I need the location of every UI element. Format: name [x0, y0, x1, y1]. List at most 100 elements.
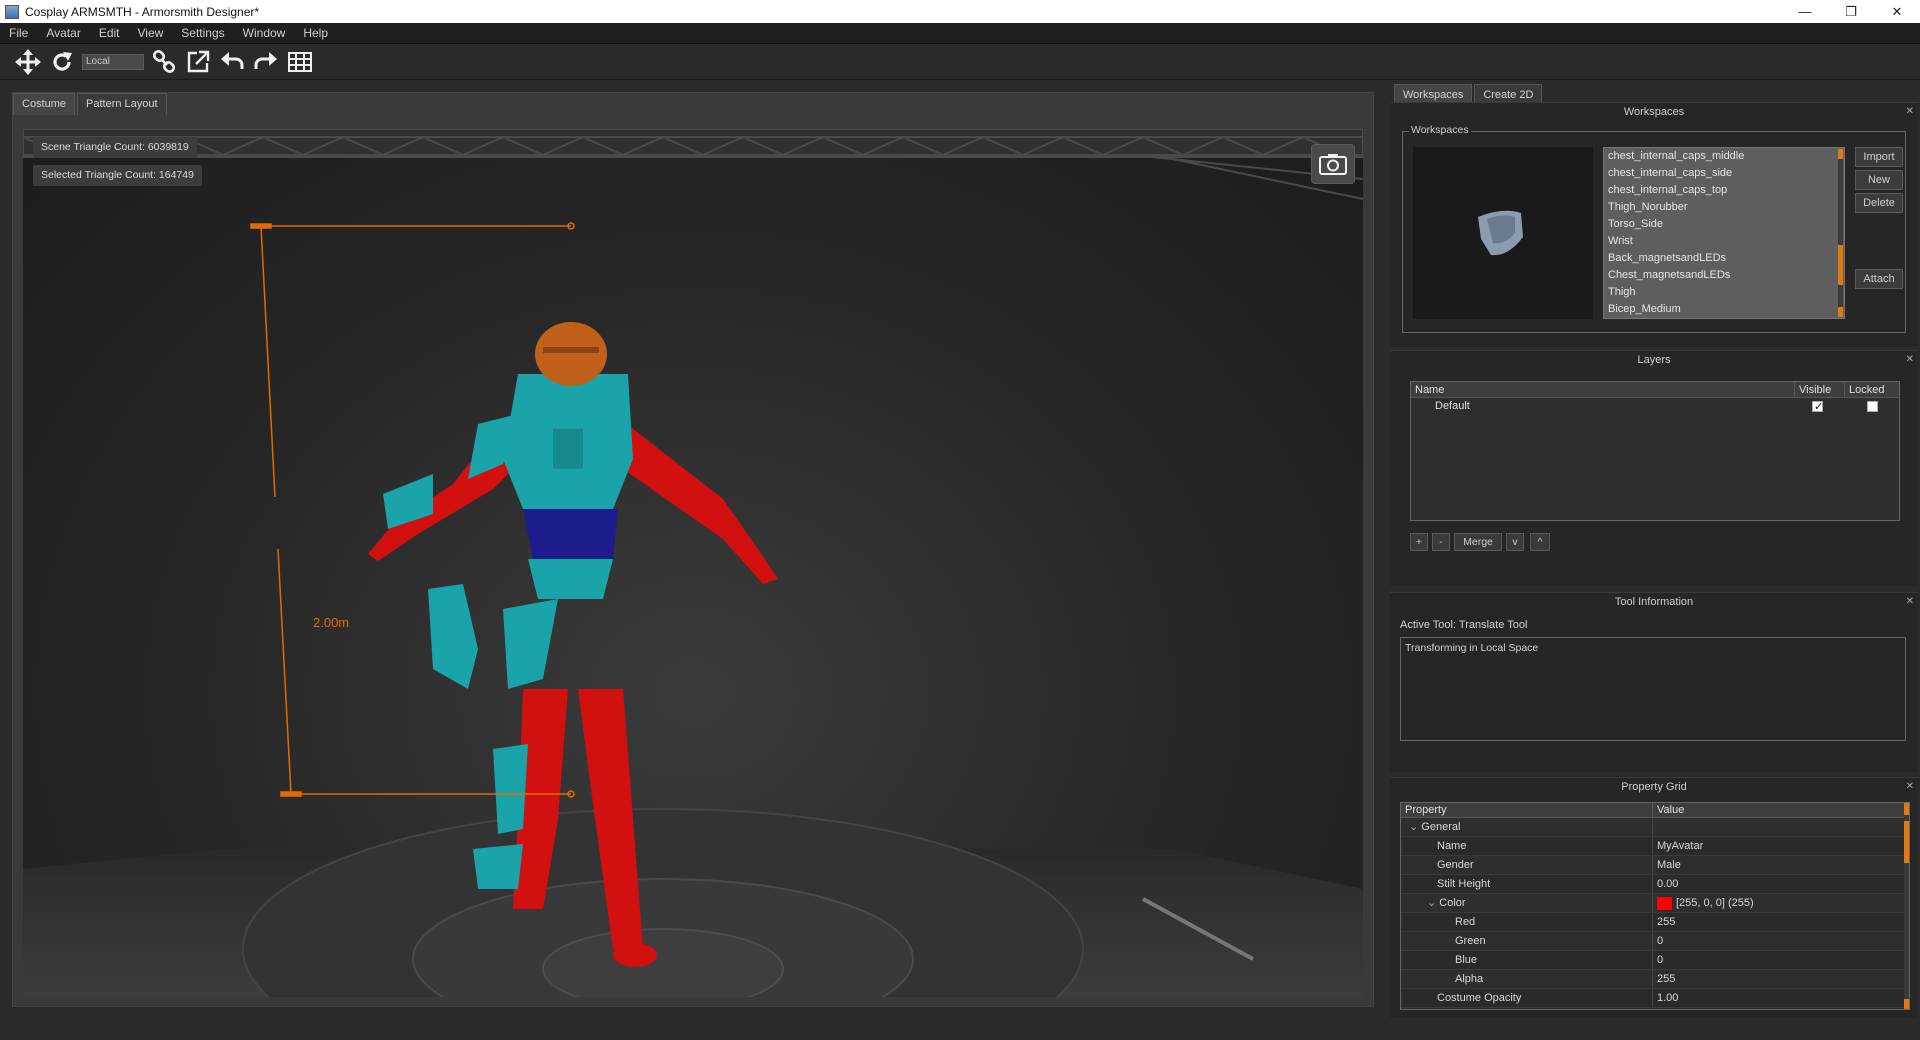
new-button[interactable]: New	[1855, 170, 1903, 190]
list-item[interactable]: chest_internal_caps_top	[1604, 182, 1844, 199]
screenshot-button[interactable]	[1311, 144, 1355, 184]
property-row[interactable]: Name MyAvatar	[1401, 837, 1909, 856]
title-bar: Cosplay ARMSMTH - Armorsmith Designer* —…	[0, 0, 1920, 23]
table-row[interactable]: Default	[1411, 398, 1899, 416]
scene-triangle-count: Scene Triangle Count: 6039819	[33, 137, 197, 158]
space-mode-dropdown[interactable]: Local	[82, 53, 144, 70]
link-button[interactable]	[148, 47, 180, 77]
remove-layer-button[interactable]: -	[1432, 533, 1450, 551]
property-value[interactable]: Male	[1653, 856, 1681, 874]
move-tool-button[interactable]	[12, 47, 44, 77]
property-row[interactable]: Gender Male	[1401, 856, 1909, 875]
property-row[interactable]: Green 0	[1401, 932, 1909, 951]
layer-locked-checkbox[interactable]	[1867, 400, 1878, 412]
grid-toggle-button[interactable]	[284, 47, 316, 77]
column-name[interactable]: Name	[1411, 382, 1795, 397]
property-row[interactable]: Alpha 255	[1401, 970, 1909, 989]
scroll-thumb[interactable]	[1904, 821, 1909, 863]
property-value[interactable]: 255	[1653, 913, 1675, 931]
merge-layers-button[interactable]: Merge	[1454, 533, 1502, 551]
chevron-down-icon[interactable]: ⌄	[1427, 897, 1439, 909]
scroll-thumb[interactable]	[1838, 245, 1843, 285]
list-item[interactable]: Wrist	[1604, 233, 1844, 250]
property-name-text: Green	[1455, 935, 1486, 947]
app-icon	[5, 4, 19, 19]
property-value-text: 1.00	[1657, 992, 1679, 1004]
close-icon[interactable]: ✕	[1906, 103, 1914, 121]
close-button[interactable]: ✕	[1874, 0, 1920, 23]
property-name: Costume Opacity	[1401, 989, 1653, 1007]
list-item[interactable]: chest_internal_caps_side	[1604, 165, 1844, 182]
workspace-list-scrollbar[interactable]	[1838, 149, 1843, 317]
list-item[interactable]: Bicep_Medium	[1604, 301, 1844, 318]
property-row[interactable]: Stilt Height 0.00	[1401, 875, 1909, 894]
3d-viewport[interactable]: Scene Triangle Count: 6039819 Selected T…	[23, 129, 1363, 997]
column-locked[interactable]: Locked	[1845, 382, 1899, 397]
rotate-tool-button[interactable]	[46, 47, 78, 77]
menu-edit[interactable]: Edit	[90, 23, 129, 44]
property-row[interactable]: Blue 0	[1401, 951, 1909, 970]
property-value[interactable]: 0	[1653, 951, 1663, 969]
list-item[interactable]: Thigh_Norubber	[1604, 199, 1844, 216]
property-row[interactable]: Red 255	[1401, 913, 1909, 932]
menu-view[interactable]: View	[129, 23, 173, 44]
move-layer-down-button[interactable]: v	[1506, 533, 1524, 551]
column-visible[interactable]: Visible	[1795, 382, 1845, 397]
column-value[interactable]: Value	[1653, 803, 1684, 817]
scroll-down-arrow[interactable]	[1904, 999, 1909, 1009]
menu-settings[interactable]: Settings	[172, 23, 233, 44]
close-icon[interactable]: ✕	[1906, 778, 1914, 796]
property-value[interactable]	[1653, 818, 1657, 836]
move-icon	[15, 48, 41, 75]
property-row[interactable]: ⌄ Color [255, 0, 0] (255)	[1401, 894, 1909, 913]
layers-title: Layers	[1637, 354, 1671, 366]
undo-button[interactable]	[216, 47, 248, 77]
redo-button[interactable]	[250, 47, 282, 77]
layer-visible-checkbox[interactable]	[1812, 399, 1823, 416]
property-value[interactable]: 0.00	[1653, 875, 1678, 893]
tab-pattern-layout[interactable]: Pattern Layout	[77, 93, 167, 115]
property-grid-dock-title: Property Grid ✕	[1390, 778, 1918, 796]
property-name: ⌄ General	[1401, 818, 1653, 836]
add-layer-button[interactable]: +	[1410, 533, 1428, 551]
close-icon[interactable]: ✕	[1906, 593, 1914, 611]
property-grid-dock: Property Grid ✕ Property Value ⌄ General…	[1390, 777, 1918, 1018]
scroll-up-arrow[interactable]	[1838, 149, 1843, 159]
open-external-button[interactable]	[182, 47, 214, 77]
column-property[interactable]: Property	[1401, 803, 1653, 817]
minimize-button[interactable]: —	[1782, 0, 1828, 23]
color-swatch[interactable]	[1657, 896, 1672, 910]
property-value[interactable]: [255, 0, 0] (255)	[1653, 894, 1754, 912]
move-layer-up-button[interactable]: ^	[1530, 533, 1550, 551]
property-grid-scrollbar[interactable]	[1904, 803, 1909, 1009]
menu-file[interactable]: File	[0, 23, 37, 44]
tab-costume[interactable]: Costume	[13, 93, 76, 115]
menu-help[interactable]: Help	[294, 23, 337, 44]
list-item[interactable]: Thigh	[1604, 284, 1844, 301]
import-button[interactable]: Import	[1855, 147, 1903, 167]
scroll-down-arrow[interactable]	[1838, 307, 1843, 317]
list-item[interactable]: Chest_magnetsandLEDs	[1604, 267, 1844, 284]
property-value[interactable]: 1.00	[1653, 989, 1678, 1007]
toolbar: Local	[0, 44, 1920, 80]
property-name-text: Stilt Height	[1437, 878, 1491, 890]
menu-avatar[interactable]: Avatar	[37, 23, 89, 44]
maximize-button[interactable]: ❐	[1828, 0, 1874, 23]
property-row[interactable]: ⌄ General	[1401, 818, 1909, 837]
attach-button[interactable]: Attach	[1855, 269, 1903, 289]
close-icon[interactable]: ✕	[1906, 351, 1914, 369]
list-item[interactable]: Torso_Side	[1604, 216, 1844, 233]
delete-button[interactable]: Delete	[1855, 193, 1903, 213]
scroll-up-arrow[interactable]	[1904, 803, 1909, 815]
chevron-down-icon[interactable]: ⌄	[1409, 821, 1421, 833]
property-value[interactable]: 0	[1653, 932, 1663, 950]
list-item[interactable]: chest_internal_caps_middle	[1604, 148, 1844, 165]
link-icon	[152, 49, 176, 73]
property-row[interactable]: Costume Opacity 1.00	[1401, 989, 1909, 1008]
property-value[interactable]: MyAvatar	[1653, 837, 1703, 855]
menu-window[interactable]: Window	[234, 23, 295, 44]
property-value[interactable]: 255	[1653, 970, 1675, 988]
workspace-list[interactable]: chest_internal_caps_middle chest_interna…	[1603, 147, 1845, 319]
list-item[interactable]: Back_magnetsandLEDs	[1604, 250, 1844, 267]
height-measure-label: 2.00m	[313, 615, 350, 630]
